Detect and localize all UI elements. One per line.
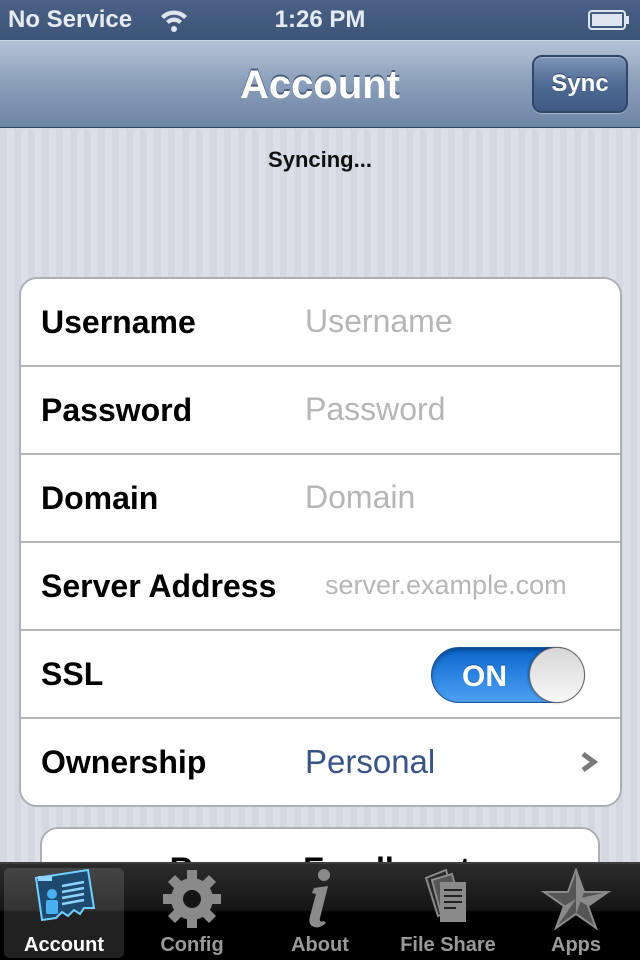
content-area: Syncing... Username Password Domain Serv…: [0, 129, 640, 862]
tab-file-share[interactable]: File Share: [384, 864, 512, 960]
ssl-toggle-knob[interactable]: [529, 647, 585, 703]
server-address-label: Server Address: [41, 567, 277, 604]
documents-icon: [424, 868, 466, 922]
password-row: Password: [21, 367, 620, 455]
ownership-label: Ownership: [41, 743, 207, 780]
status-bar: No Service 1:26 PM: [0, 0, 640, 40]
tab-about[interactable]: About: [256, 864, 384, 960]
tab-apps[interactable]: Apps: [512, 864, 640, 960]
ssl-toggle[interactable]: ON: [431, 647, 585, 703]
clock: 1:26 PM: [274, 6, 366, 33]
server-address-row: Server Address: [21, 543, 620, 631]
password-label: Password: [41, 391, 193, 428]
account-card-icon: [34, 868, 96, 922]
ssl-label: SSL: [41, 655, 104, 692]
tab-file-share-label: File Share: [400, 934, 496, 956]
tab-about-label: About: [291, 934, 349, 956]
domain-label: Domain: [41, 479, 159, 516]
remove-enrollment-button[interactable]: Remove Enrollment: [40, 827, 600, 862]
username-field[interactable]: [305, 299, 600, 343]
ownership-value: Personal: [305, 743, 436, 780]
star-icon: [540, 868, 612, 930]
navigation-bar: Account Sync: [0, 40, 640, 128]
tab-config-label: Config: [160, 934, 224, 956]
battery-icon: [588, 10, 629, 30]
ssl-toggle-state: ON: [462, 660, 507, 693]
tab-apps-label: Apps: [551, 934, 601, 956]
gear-icon: [163, 870, 221, 928]
chevron-right-icon: [581, 752, 598, 772]
info-icon: [309, 869, 330, 928]
username-label: Username: [41, 303, 196, 340]
sync-status-text: Syncing...: [268, 147, 372, 172]
domain-row: Domain: [21, 455, 620, 543]
domain-field[interactable]: [305, 475, 600, 519]
username-row: Username: [21, 279, 620, 367]
tab-config[interactable]: Config: [128, 864, 256, 960]
password-field[interactable]: [305, 387, 600, 431]
tab-account-label: Account: [24, 934, 104, 956]
ownership-row[interactable]: Ownership Personal: [21, 719, 620, 805]
server-address-field[interactable]: [325, 563, 600, 607]
account-settings-group: Username Password Domain Server Address …: [19, 277, 622, 807]
tab-bar: Account Config About File Share Apps: [0, 862, 640, 960]
sync-button[interactable]: Sync: [532, 55, 628, 113]
ssl-row: SSL ON: [21, 631, 620, 719]
tab-account[interactable]: Account: [0, 864, 128, 960]
